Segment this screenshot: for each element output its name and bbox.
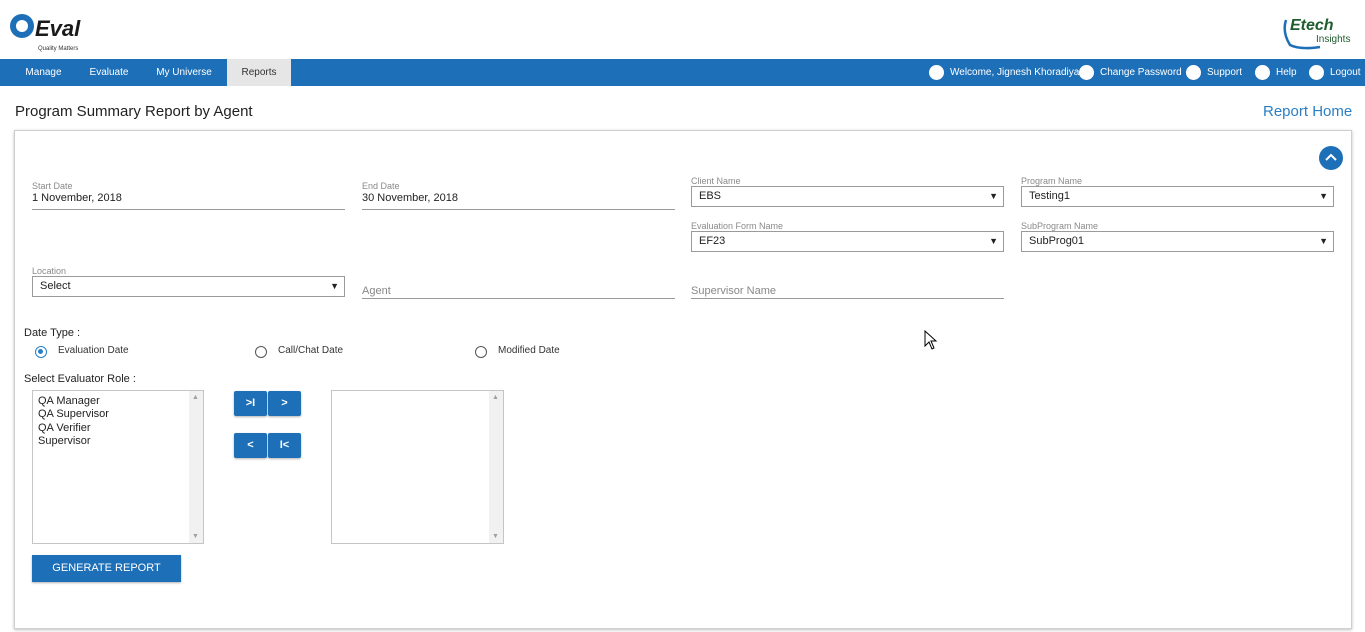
scroll-up-icon[interactable]: ▲ [192,394,199,401]
help-link[interactable]: Help [1276,59,1297,86]
location-value: Select [40,280,71,292]
welcome-text: Welcome, Jignesh Khoradiya [950,67,1080,78]
radio-call-chat-date-label: Call/Chat Date [278,345,344,356]
svg-text:Eval: Eval [35,16,81,41]
scrollbar[interactable]: ▲ ▼ [189,391,203,543]
client-name-label: Client Name [691,176,741,186]
subprogram-label: SubProgram Name [1021,221,1099,231]
svg-text:Etech: Etech [1290,17,1334,34]
radio-call-chat-date[interactable] [255,346,267,358]
support-link[interactable]: Support [1207,59,1242,86]
radio-evaluation-date[interactable] [35,346,47,358]
location-label: Location [32,266,67,276]
scroll-up-icon[interactable]: ▲ [492,394,499,401]
radio-modified-date[interactable] [475,346,487,358]
dropdown-arrow-icon: ▼ [1319,191,1328,201]
date-type-label: Date Type : [24,327,81,339]
svg-text:Insights: Insights [1316,34,1350,45]
location-select[interactable]: Select ▼ [32,276,345,297]
start-date-label: Start Date [32,181,73,191]
nav-reports[interactable]: Reports [227,59,291,86]
top-header: Eval Quality Matters Etech Insights [0,0,1365,59]
move-right-button[interactable]: > [268,391,301,416]
subprogram-select[interactable]: SubProg01 ▼ [1021,231,1334,252]
dropdown-arrow-icon: ▼ [989,236,998,246]
nav-my-universe[interactable]: My Universe [141,59,227,86]
evaluation-form-label: Evaluation Form Name [691,221,784,231]
subprogram-value: SubProg01 [1029,235,1085,247]
power-icon[interactable] [1309,65,1324,80]
page-title: Program Summary Report by Agent [15,103,253,120]
list-item[interactable]: QA Verifier [38,422,91,434]
dropdown-arrow-icon: ▼ [989,191,998,201]
selected-roles-listbox[interactable]: ▲ ▼ [331,390,504,544]
supervisor-name-input[interactable]: Supervisor Name [691,285,1004,299]
program-name-label: Program Name [1021,176,1083,186]
radio-modified-date-label: Modified Date [498,345,560,356]
main-nav-bar: Manage Evaluate My Universe Reports Welc… [0,59,1365,86]
list-item[interactable]: Supervisor [38,435,91,447]
dropdown-arrow-icon: ▼ [330,281,339,291]
qeval-logo[interactable]: Eval Quality Matters [8,9,90,53]
evaluation-form-value: EF23 [699,235,726,247]
move-all-left-button[interactable]: I< [268,433,301,458]
program-name-value: Testing1 [1029,190,1070,202]
move-all-right-button[interactable]: >I [234,391,267,416]
gear-icon[interactable] [1079,65,1094,80]
support-icon[interactable] [1186,65,1201,80]
chevron-up-icon [1325,153,1337,161]
available-roles-listbox[interactable]: QA Manager QA Supervisor QA Verifier Sup… [32,390,204,544]
scrollbar[interactable]: ▲ ▼ [489,391,503,543]
radio-evaluation-date-label: Evaluation Date [58,345,129,356]
generate-report-button[interactable]: GENERATE REPORT [32,555,181,582]
start-date-field[interactable]: 1 November, 2018 [32,192,345,210]
evaluator-role-label: Select Evaluator Role : [24,373,136,385]
collapse-panel-button[interactable] [1319,146,1343,170]
move-left-button[interactable]: < [234,433,267,458]
svg-text:Quality Matters: Quality Matters [38,46,78,52]
change-password-link[interactable]: Change Password [1100,59,1182,86]
program-name-select[interactable]: Testing1 ▼ [1021,186,1334,207]
end-date-field[interactable]: 30 November, 2018 [362,192,675,210]
list-item[interactable]: QA Manager [38,395,100,407]
client-name-select[interactable]: EBS ▼ [691,186,1004,207]
report-home-link[interactable]: Report Home [1263,103,1352,120]
help-icon[interactable] [1255,65,1270,80]
etech-insights-logo: Etech Insights [1283,17,1350,50]
mouse-cursor-icon [924,330,938,350]
client-name-value: EBS [699,190,722,202]
nav-manage[interactable]: Manage [0,59,87,86]
end-date-label: End Date [362,181,400,191]
agent-input[interactable]: Agent [362,285,675,299]
nav-evaluate[interactable]: Evaluate [87,59,131,86]
list-item[interactable]: QA Supervisor [38,408,109,420]
dropdown-arrow-icon: ▼ [1319,236,1328,246]
scroll-down-icon[interactable]: ▼ [492,533,499,540]
logout-link[interactable]: Logout [1330,59,1361,86]
scroll-down-icon[interactable]: ▼ [192,533,199,540]
user-icon [929,65,944,80]
evaluation-form-select[interactable]: EF23 ▼ [691,231,1004,252]
